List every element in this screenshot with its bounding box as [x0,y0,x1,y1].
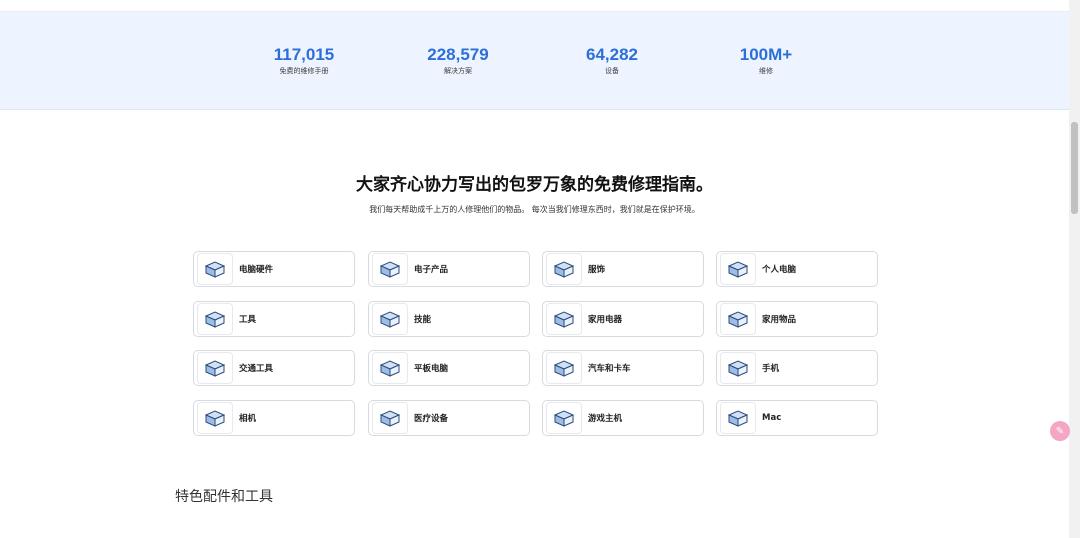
category-card[interactable]: 汽车和卡车 [542,350,704,386]
category-label: 交通工具 [239,364,274,374]
appliance-icon [546,303,582,335]
category-label: 手机 [762,364,780,374]
vehicle-icon [197,352,233,384]
category-card[interactable]: 技能 [368,301,530,337]
featured-section-title: 特色配件和工具 [175,489,273,505]
pc-icon [720,253,756,285]
stats-band: 117,015 免费的维修手册 228,579 解决方案 64,282 设备 1… [0,12,1069,110]
tablet-icon [372,352,408,384]
category-label: 医疗设备 [414,414,449,424]
stat-label: 维修 [759,67,773,75]
apparel-icon [546,253,582,285]
stat-label: 免费的维修手册 [279,67,329,75]
category-card[interactable]: 家用电器 [542,301,704,337]
category-card[interactable]: 手机 [716,350,878,386]
category-label: 平板电脑 [414,364,449,374]
stat-solutions: 228,579 解决方案 [388,45,528,76]
scrollbar-thumb[interactable] [1071,122,1078,214]
stat-manuals: 117,015 免费的维修手册 [234,45,374,76]
stat-value: 100M+ [739,45,793,64]
page: 117,015 免费的维修手册 228,579 解决方案 64,282 设备 1… [0,0,1080,538]
stat-value: 117,015 [273,45,335,64]
game-console-icon [546,402,582,434]
mac-icon [720,402,756,434]
category-card[interactable]: 交通工具 [193,350,355,386]
electronics-icon [372,253,408,285]
category-card[interactable]: 平板电脑 [368,350,530,386]
stat-devices: 64,282 设备 [542,45,682,76]
computer-hardware-icon [197,253,233,285]
category-card[interactable]: 相机 [193,400,355,436]
category-card[interactable]: 服饰 [542,251,704,287]
category-label: 家用电器 [588,315,623,325]
household-icon [720,303,756,335]
category-label: 电子产品 [414,265,449,275]
scrollbar[interactable] [1069,0,1080,538]
stat-repairs: 100M+ 维修 [696,45,836,76]
category-card[interactable]: 电脑硬件 [193,251,355,287]
category-card[interactable]: 电子产品 [368,251,530,287]
top-bar [0,0,1069,12]
category-label: 家用物品 [762,315,797,325]
stat-value: 64,282 [586,45,638,64]
category-label: 个人电脑 [762,265,797,275]
floating-assistant-icon[interactable]: ✎ [1050,421,1070,441]
category-card[interactable]: 工具 [193,301,355,337]
medical-icon [372,402,408,434]
stat-label: 解决方案 [444,67,472,75]
category-label: 汽车和卡车 [588,364,631,374]
category-card[interactable]: 家用物品 [716,301,878,337]
category-label: 服饰 [588,265,606,275]
category-label: 技能 [414,315,432,325]
camera-icon [197,402,233,434]
category-card[interactable]: Mac [716,400,878,436]
hero-title: 大家齐心协力写出的包罗万象的免费修理指南。 [356,175,713,195]
category-label: Mac [762,413,782,423]
category-card[interactable]: 游戏主机 [542,400,704,436]
phone-icon [720,352,756,384]
car-truck-icon [546,352,582,384]
stat-label: 设备 [605,67,619,75]
skills-icon [372,303,408,335]
stat-value: 228,579 [427,45,489,64]
category-card[interactable]: 个人电脑 [716,251,878,287]
category-card[interactable]: 医疗设备 [368,400,530,436]
category-label: 相机 [239,414,257,424]
category-label: 电脑硬件 [239,265,274,275]
category-label: 游戏主机 [588,414,623,424]
tools-icon [197,303,233,335]
hero-subtitle: 我们每天帮助成千上万的人修理他们的物品。 每次当我们修理东西时，我们就是在保护环… [369,205,700,214]
category-label: 工具 [239,315,257,325]
